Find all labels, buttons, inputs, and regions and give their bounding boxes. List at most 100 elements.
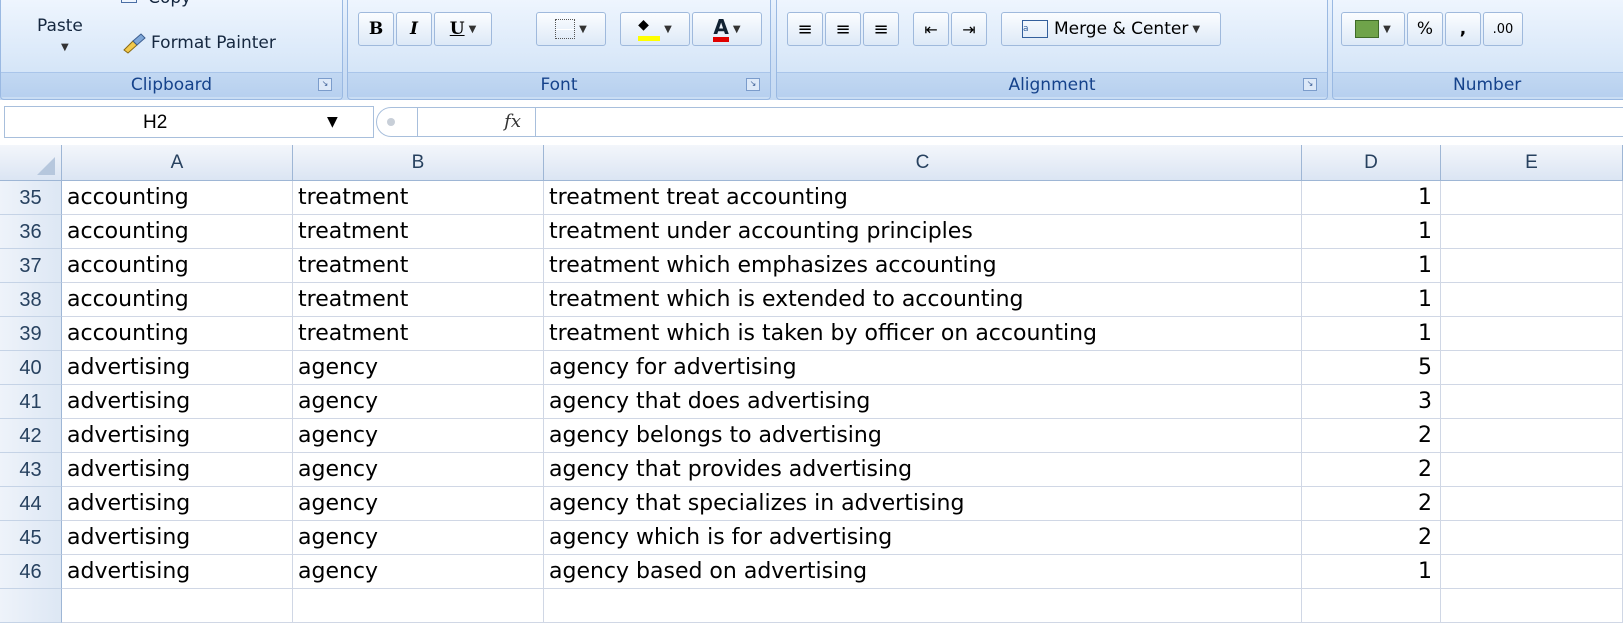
italic-button[interactable]: I	[396, 12, 432, 46]
cell-b[interactable]: treatment	[293, 215, 544, 249]
cell-d[interactable]: 1	[1302, 555, 1441, 589]
column-header-c[interactable]: C	[544, 145, 1302, 181]
cell-a[interactable]: advertising	[62, 453, 293, 487]
cell-e[interactable]	[1441, 385, 1623, 419]
align-right-button[interactable]: ≡	[863, 12, 899, 46]
row-header[interactable]: 35	[0, 181, 62, 215]
accounting-format-button[interactable]: ▼	[1341, 12, 1405, 46]
cell-b[interactable]: treatment	[293, 249, 544, 283]
cell-d[interactable]: 2	[1302, 521, 1441, 555]
cell-a[interactable]: advertising	[62, 555, 293, 589]
insert-function-button[interactable]: fx	[418, 107, 536, 137]
cell-d[interactable]: 1	[1302, 181, 1441, 215]
fill-color-dropdown-icon[interactable]: ▼	[664, 24, 672, 35]
cell-a[interactable]: advertising	[62, 487, 293, 521]
name-box[interactable]: H2 ▼	[4, 106, 374, 138]
borders-dropdown-icon[interactable]: ▼	[579, 24, 587, 35]
name-box-dropdown-icon[interactable]: ▼	[327, 114, 338, 130]
format-painter-button[interactable]: Format Painter	[121, 30, 276, 56]
decrease-indent-button[interactable]: ⇤	[913, 12, 949, 46]
cell-b[interactable]: agency	[293, 385, 544, 419]
bold-button[interactable]: B	[358, 12, 394, 46]
row-header[interactable]	[0, 589, 62, 623]
cell-c[interactable]: treatment treat accounting	[544, 181, 1302, 215]
cell-b[interactable]: treatment	[293, 283, 544, 317]
font-color-dropdown-icon[interactable]: ▼	[733, 24, 741, 35]
cell-b[interactable]: treatment	[293, 181, 544, 215]
cell-d[interactable]	[1302, 589, 1441, 623]
cell-a[interactable]: accounting	[62, 215, 293, 249]
copy-button[interactable]: Copy	[121, 0, 191, 8]
cell-a[interactable]: accounting	[62, 249, 293, 283]
cell-b[interactable]: agency	[293, 555, 544, 589]
cell-b[interactable]: agency	[293, 521, 544, 555]
cell-d[interactable]: 5	[1302, 351, 1441, 385]
formula-input[interactable]	[536, 107, 1623, 137]
font-color-button[interactable]: A ▼	[692, 12, 762, 46]
cell-c[interactable]: agency belongs to advertising	[544, 419, 1302, 453]
underline-dropdown-icon[interactable]: ▼	[469, 24, 477, 35]
cell-c[interactable]: treatment which emphasizes accounting	[544, 249, 1302, 283]
row-header[interactable]: 39	[0, 317, 62, 351]
cell-e[interactable]	[1441, 555, 1623, 589]
row-header[interactable]: 43	[0, 453, 62, 487]
paste-dropdown-icon[interactable]: ▼	[61, 42, 69, 53]
formula-bar-splitter[interactable]	[376, 107, 418, 137]
fill-color-button[interactable]: ◆ ▼	[620, 12, 690, 46]
cell-d[interactable]: 1	[1302, 215, 1441, 249]
row-header[interactable]: 45	[0, 521, 62, 555]
row-header[interactable]: 37	[0, 249, 62, 283]
cell-b[interactable]: agency	[293, 351, 544, 385]
cell-a[interactable]: advertising	[62, 521, 293, 555]
percent-button[interactable]: %	[1407, 12, 1443, 46]
font-dialog-launcher-icon[interactable]: ↘	[746, 78, 760, 91]
merge-center-dropdown-icon[interactable]: ▼	[1192, 24, 1200, 35]
cell-e[interactable]	[1441, 487, 1623, 521]
select-all-button[interactable]	[0, 145, 62, 181]
paste-button[interactable]: Paste ▼	[31, 8, 101, 60]
cell-d[interactable]: 2	[1302, 453, 1441, 487]
cell-e[interactable]	[1441, 521, 1623, 555]
cell-e[interactable]	[1441, 215, 1623, 249]
cell-d[interactable]: 1	[1302, 283, 1441, 317]
align-left-button[interactable]: ≡	[787, 12, 823, 46]
row-header[interactable]: 38	[0, 283, 62, 317]
align-center-button[interactable]: ≡	[825, 12, 861, 46]
cell-e[interactable]	[1441, 249, 1623, 283]
cell-c[interactable]: agency which is for advertising	[544, 521, 1302, 555]
cell-a[interactable]: advertising	[62, 419, 293, 453]
cell-b[interactable]	[293, 589, 544, 623]
cell-e[interactable]	[1441, 181, 1623, 215]
comma-button[interactable]: ,	[1445, 12, 1481, 46]
column-header-e[interactable]: E	[1441, 145, 1623, 181]
cell-c[interactable]: agency that specializes in advertising	[544, 487, 1302, 521]
cell-b[interactable]: treatment	[293, 317, 544, 351]
cell-d[interactable]: 1	[1302, 317, 1441, 351]
cell-a[interactable]	[62, 589, 293, 623]
cell-c[interactable]: agency based on advertising	[544, 555, 1302, 589]
underline-button[interactable]: U ▼	[434, 12, 492, 46]
cell-a[interactable]: accounting	[62, 283, 293, 317]
cell-c[interactable]: agency for advertising	[544, 351, 1302, 385]
row-header[interactable]: 41	[0, 385, 62, 419]
cell-c[interactable]: agency that provides advertising	[544, 453, 1302, 487]
borders-button[interactable]: ▼	[536, 12, 606, 46]
cell-c[interactable]: treatment which is taken by officer on a…	[544, 317, 1302, 351]
increase-indent-button[interactable]: ⇥	[951, 12, 987, 46]
alignment-dialog-launcher-icon[interactable]: ↘	[1303, 78, 1317, 91]
cell-d[interactable]: 1	[1302, 249, 1441, 283]
cell-b[interactable]: agency	[293, 453, 544, 487]
cell-c[interactable]: treatment under accounting principles	[544, 215, 1302, 249]
cell-d[interactable]: 2	[1302, 419, 1441, 453]
cell-b[interactable]: agency	[293, 487, 544, 521]
row-header[interactable]: 46	[0, 555, 62, 589]
cell-a[interactable]: accounting	[62, 181, 293, 215]
clipboard-dialog-launcher-icon[interactable]: ↘	[318, 78, 332, 91]
column-header-a[interactable]: A	[62, 145, 293, 181]
cell-e[interactable]	[1441, 351, 1623, 385]
cell-b[interactable]: agency	[293, 419, 544, 453]
row-header[interactable]: 36	[0, 215, 62, 249]
merge-center-button[interactable]: a Merge & Center ▼	[1001, 12, 1221, 46]
cell-e[interactable]	[1441, 453, 1623, 487]
cell-a[interactable]: advertising	[62, 385, 293, 419]
